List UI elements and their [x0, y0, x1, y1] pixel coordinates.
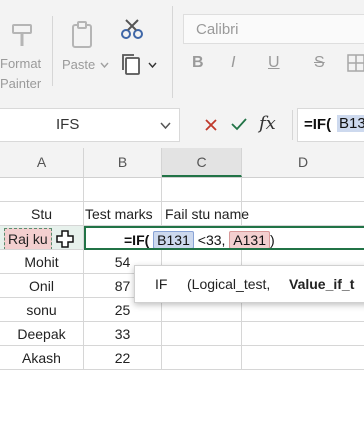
column-header-a[interactable]: A [0, 148, 84, 177]
cell-name[interactable]: Akash [0, 346, 84, 370]
italic-button[interactable]: I [231, 54, 235, 72]
cell-marks[interactable]: 33 [84, 322, 162, 346]
copy-button[interactable] [120, 52, 160, 78]
paste-icon [72, 21, 92, 48]
cell-a-raj-text: Raj ku [4, 228, 52, 249]
format-painter-icon [12, 24, 32, 46]
formula-suffix: ) [270, 232, 275, 248]
chevron-down-icon [148, 62, 157, 68]
formula-ref-a131: A131 [229, 231, 270, 248]
header-stu[interactable]: Stu [0, 202, 84, 226]
formula-input[interactable]: =IF( B131 [297, 108, 364, 142]
cell-name[interactable]: Deepak [0, 322, 84, 346]
column-header-c[interactable]: C [162, 148, 242, 177]
format-painter-label-1: Format [0, 56, 42, 71]
insert-function-button[interactable]: fx [259, 113, 276, 134]
ribbon-divider [52, 16, 53, 86]
cell-empty[interactable] [242, 322, 364, 346]
ribbon: Format Painter Paste Calibri B I U S [0, 0, 364, 104]
cell-empty[interactable] [0, 178, 84, 202]
cell-select-cursor-icon [56, 230, 74, 248]
cell-empty[interactable] [84, 178, 162, 202]
paste-label: Paste [62, 57, 96, 72]
header-fail-stu-name[interactable]: Fail stu name [162, 202, 249, 226]
cell-empty[interactable] [242, 178, 364, 202]
tooltip-args: (Logical_test, [187, 276, 271, 292]
cut-icon[interactable] [120, 18, 144, 40]
format-painter-label-2: Painter [0, 76, 42, 91]
cell-name[interactable]: Onil [0, 274, 84, 298]
ribbon-divider [172, 6, 173, 98]
cancel-formula-icon[interactable] [204, 118, 218, 132]
chevron-down-icon [100, 62, 109, 68]
enter-formula-icon[interactable] [231, 117, 247, 131]
column-headers: A B C D [0, 148, 364, 178]
formula-editing-cell[interactable]: =IF( B131 <33, A131) [84, 226, 364, 250]
underline-button[interactable]: U [268, 54, 280, 72]
formula-ref-b: B131 [337, 115, 364, 132]
worksheet-grid[interactable]: Stu Test marks Fail stu name Raj ku =IF(… [0, 178, 364, 442]
column-header-d[interactable]: D [242, 148, 364, 177]
cell-name[interactable]: sonu [0, 298, 84, 322]
format-painter-button[interactable]: Format Painter [0, 14, 50, 94]
bold-button[interactable]: B [192, 54, 204, 72]
formula-in-cell-prefix: =IF( [124, 232, 150, 248]
strikethrough-button[interactable]: S [314, 54, 325, 72]
cell-empty[interactable] [162, 346, 242, 370]
copy-icon [122, 54, 140, 75]
formula-bar-divider [292, 110, 293, 140]
cell-empty[interactable] [162, 178, 242, 202]
function-tooltip: IF (Logical_test, Value_if_t [134, 265, 364, 303]
tooltip-function-name[interactable]: IF [155, 276, 167, 292]
font-name-value: Calibri [196, 21, 239, 38]
chevron-down-icon[interactable] [160, 122, 171, 129]
cell-a-raj[interactable]: Raj ku [0, 226, 84, 250]
borders-icon[interactable] [347, 54, 364, 72]
formula-in-cell: =IF( B131 <33, A131) [124, 228, 275, 248]
name-box-value: IFS [56, 116, 80, 133]
cell-name[interactable]: Mohit [0, 250, 84, 274]
font-name-select[interactable]: Calibri [183, 14, 364, 44]
cell-empty[interactable] [242, 202, 364, 226]
header-test-marks[interactable]: Test marks [84, 202, 162, 226]
cell-marks[interactable]: 22 [84, 346, 162, 370]
tooltip-current-arg: Value_if_t [289, 276, 355, 292]
formula-prefix: =IF( [304, 116, 332, 133]
cell-empty[interactable] [242, 346, 364, 370]
formula-operator: <33, [197, 232, 226, 248]
name-box[interactable]: IFS [0, 108, 180, 142]
formula-ref-b131: B131 [153, 231, 194, 248]
column-header-b[interactable]: B [84, 148, 162, 177]
cell-empty[interactable] [162, 322, 242, 346]
paste-button[interactable]: Paste [60, 14, 112, 78]
